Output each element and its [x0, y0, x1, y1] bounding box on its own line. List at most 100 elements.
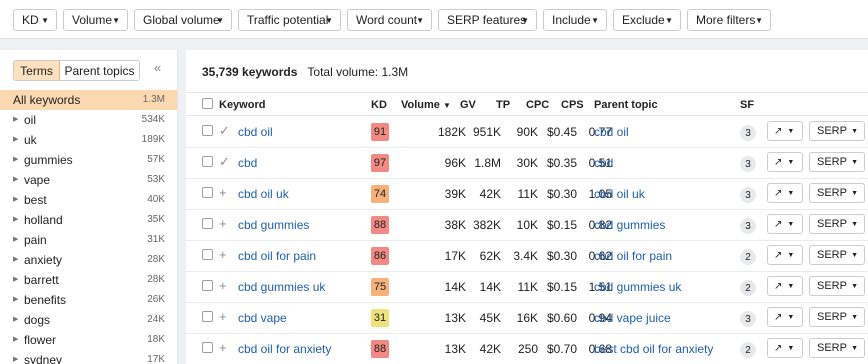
sf-count-badge[interactable]: 3 [740, 218, 756, 234]
keyword-link[interactable]: cbd vape [238, 311, 287, 325]
expand-icon[interactable]: ▶ [13, 135, 18, 143]
keyword-link[interactable]: cbd oil uk [238, 187, 289, 201]
col-cps[interactable]: CPS [561, 99, 584, 111]
sidebar-item[interactable]: ▶ sydney 17K [0, 350, 177, 364]
sidebar-item-all-keywords[interactable]: All keywords 1.3M [0, 90, 177, 110]
sidebar-item[interactable]: ▶ benefits 26K [0, 290, 177, 310]
add-icon[interactable]: + [219, 278, 227, 293]
expand-icon[interactable]: ▶ [13, 195, 18, 203]
add-icon[interactable]: + [219, 185, 227, 200]
parent-topic-link[interactable]: cbd vape juice [594, 311, 671, 325]
add-icon[interactable]: + [219, 247, 227, 262]
keyword-link[interactable]: cbd gummies [238, 218, 309, 232]
sidebar-item[interactable]: ▶ holland 35K [0, 210, 177, 230]
sf-count-badge[interactable]: 3 [740, 311, 756, 327]
check-icon[interactable]: ✓ [219, 154, 230, 170]
trend-button[interactable]: ↗ ▼ [767, 276, 803, 296]
keyword-link[interactable]: cbd gummies uk [238, 280, 325, 294]
col-parent-topic[interactable]: Parent topic [594, 99, 658, 111]
add-icon[interactable]: + [219, 216, 227, 231]
col-volume[interactable]: Volume ▼ [401, 99, 451, 111]
sf-count-badge[interactable]: 2 [740, 249, 756, 265]
parent-topic-link[interactable]: best cbd oil for anxiety [594, 342, 713, 356]
serp-button[interactable]: SERP ▼ [809, 245, 865, 265]
row-checkbox[interactable] [202, 156, 213, 167]
row-checkbox[interactable] [202, 280, 213, 291]
col-tp[interactable]: TP [496, 99, 510, 111]
col-kd[interactable]: KD [371, 99, 387, 111]
expand-icon[interactable]: ▶ [13, 155, 18, 163]
parent-topic-link[interactable]: cbd oil for pain [594, 249, 672, 263]
table-row[interactable]: + cbd oil uk 74 39K 42K 11K $0.30 1.05 cbd oil u… [186, 179, 868, 210]
tab-terms[interactable]: Terms [14, 61, 60, 80]
col-sf[interactable]: SF [740, 99, 754, 111]
table-row[interactable]: + cbd vape 31 13K 45K 16K $0.60 0.94 cbd vape ju… [186, 303, 868, 334]
row-checkbox[interactable] [202, 249, 213, 260]
filter-global-volume-button[interactable]: Global volume ▼ [134, 9, 232, 31]
check-icon[interactable]: ✓ [219, 123, 230, 139]
parent-topic-link[interactable]: cbd gummies uk [594, 280, 681, 294]
filter-kd-button[interactable]: KD ▼ [13, 9, 57, 31]
sf-count-badge[interactable]: 2 [740, 342, 756, 358]
table-row[interactable]: + cbd oil for anxiety 88 13K 42K 250 $0.70 0.68… [186, 334, 868, 364]
expand-icon[interactable]: ▶ [13, 235, 18, 243]
keyword-link[interactable]: cbd [238, 156, 257, 170]
serp-button[interactable]: SERP ▼ [809, 183, 865, 203]
sidebar-item[interactable]: ▶ flower 18K [0, 330, 177, 350]
expand-icon[interactable]: ▶ [13, 175, 18, 183]
table-row[interactable]: + cbd oil for pain 86 17K 62K 3.4K $0.30 0.62 cb… [186, 241, 868, 272]
serp-button[interactable]: SERP ▼ [809, 338, 865, 358]
trend-button[interactable]: ↗ ▼ [767, 307, 803, 327]
keyword-link[interactable]: cbd oil [238, 125, 273, 139]
sidebar-item[interactable]: ▶ gummies 57K [0, 150, 177, 170]
trend-button[interactable]: ↗ ▼ [767, 121, 803, 141]
row-checkbox[interactable] [202, 187, 213, 198]
table-row[interactable]: ✓ cbd 97 96K 1.8M 30K $0.35 0.51 cbd 3 ↗ ▼ SERP ▼ [186, 148, 868, 179]
sidebar-item[interactable]: ▶ oil 534K [0, 110, 177, 130]
trend-button[interactable]: ↗ ▼ [767, 338, 803, 358]
select-all-checkbox[interactable] [202, 98, 213, 109]
table-row[interactable]: ✓ cbd oil 91 182K 951K 90K $0.45 0.77 cbd oil 3 ↗ ▼… [186, 117, 868, 148]
expand-icon[interactable]: ▶ [13, 255, 18, 263]
col-cpc[interactable]: CPC [526, 99, 549, 111]
parent-topic-link[interactable]: cbd oil uk [594, 187, 645, 201]
expand-icon[interactable]: ▶ [13, 115, 18, 123]
filter-serp-features-button[interactable]: SERP features ▼ [438, 9, 537, 31]
sidebar-item[interactable]: ▶ dogs 24K [0, 310, 177, 330]
keyword-link[interactable]: cbd oil for anxiety [238, 342, 331, 356]
serp-button[interactable]: SERP ▼ [809, 307, 865, 327]
serp-button[interactable]: SERP ▼ [809, 121, 865, 141]
table-row[interactable]: + cbd gummies uk 75 14K 14K 11K $0.15 1.51 cbd g… [186, 272, 868, 303]
parent-topic-link[interactable]: cbd [594, 156, 613, 170]
filter-volume-button[interactable]: Volume ▼ [63, 9, 128, 31]
trend-button[interactable]: ↗ ▼ [767, 245, 803, 265]
sidebar-item[interactable]: ▶ anxiety 28K [0, 250, 177, 270]
add-icon[interactable]: + [219, 340, 227, 355]
expand-icon[interactable]: ▶ [13, 275, 18, 283]
sidebar-item[interactable]: ▶ vape 53K [0, 170, 177, 190]
serp-button[interactable]: SERP ▼ [809, 214, 865, 234]
row-checkbox[interactable] [202, 125, 213, 136]
parent-topic-link[interactable]: cbd gummies [594, 218, 665, 232]
expand-icon[interactable]: ▶ [13, 335, 18, 343]
sf-count-badge[interactable]: 2 [740, 280, 756, 296]
expand-icon[interactable]: ▶ [13, 315, 18, 323]
sf-count-badge[interactable]: 3 [740, 156, 756, 172]
collapse-sidebar-icon[interactable]: « [154, 60, 161, 75]
sf-count-badge[interactable]: 3 [740, 125, 756, 141]
col-gv[interactable]: GV [460, 99, 476, 111]
filter-more-button[interactable]: More filters ▼ [687, 9, 771, 31]
sidebar-item[interactable]: ▶ barrett 28K [0, 270, 177, 290]
tab-parent-topics[interactable]: Parent topics [60, 61, 139, 80]
trend-button[interactable]: ↗ ▼ [767, 152, 803, 172]
row-checkbox[interactable] [202, 218, 213, 229]
sidebar-item[interactable]: ▶ best 40K [0, 190, 177, 210]
expand-icon[interactable]: ▶ [13, 295, 18, 303]
expand-icon[interactable]: ▶ [13, 215, 18, 223]
trend-button[interactable]: ↗ ▼ [767, 183, 803, 203]
filter-traffic-potential-button[interactable]: Traffic potential ▼ [238, 9, 341, 31]
trend-button[interactable]: ↗ ▼ [767, 214, 803, 234]
parent-topic-link[interactable]: cbd oil [594, 125, 629, 139]
filter-include-button[interactable]: Include ▼ [543, 9, 607, 31]
row-checkbox[interactable] [202, 342, 213, 353]
